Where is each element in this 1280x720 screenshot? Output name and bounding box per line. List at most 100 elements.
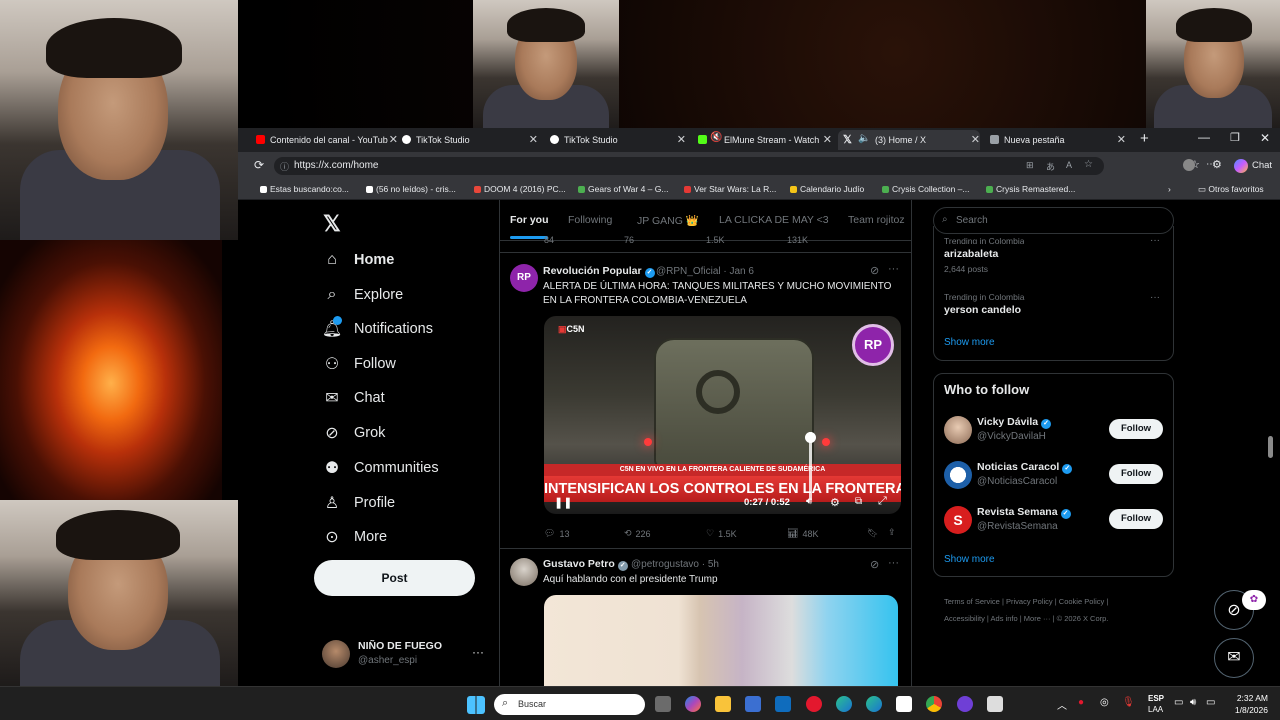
close-tab-icon[interactable]: ✕ <box>389 133 398 146</box>
footer-link[interactable]: More ··· <box>1024 614 1051 623</box>
repost-button[interactable]: ⟲ 226 <box>624 528 651 539</box>
bookmark-item[interactable]: Gears of War 4 – G... <box>578 184 668 194</box>
copilot-icon[interactable] <box>685 696 701 712</box>
close-tab-icon[interactable]: ✕ <box>823 133 832 146</box>
tab-list[interactable]: LA CLICKA DE MAY <3 <box>719 214 829 226</box>
twitch-icon[interactable] <box>957 696 973 712</box>
browser-tab[interactable]: Nueva pestaña ✕ <box>986 130 1126 150</box>
nav-follow[interactable]: ⚇ Follow <box>323 355 396 373</box>
tab-list[interactable]: Team rojitoz <box>848 214 911 226</box>
tabs-icon[interactable]: ⊞ <box>1026 160 1034 171</box>
browser-tab[interactable]: Contenido del canal - YouTub ✕ <box>252 130 398 150</box>
nav-home[interactable]: ⌂ Home <box>323 251 394 269</box>
grok-explain-icon[interactable]: ⊘ <box>870 558 879 571</box>
messages-float-button[interactable]: ✉ <box>1214 638 1254 678</box>
chevron-right-icon[interactable]: › <box>1168 184 1171 194</box>
other-bookmarks-folder[interactable]: ▭ Otros favoritos <box>1198 184 1264 195</box>
language-indicator[interactable]: ESP <box>1148 694 1164 703</box>
url-field[interactable]: ⓘ https://x.com/home ⊞ あ A ☆ <box>274 157 1104 175</box>
picture-in-picture-icon[interactable]: ⧉ <box>855 496 862 507</box>
footer-link[interactable]: Cookie Policy <box>1059 597 1104 606</box>
close-tab-icon[interactable]: ✕ <box>1117 133 1126 146</box>
close-tab-icon[interactable]: ✕ <box>677 133 686 146</box>
settings-gear-icon[interactable]: ⚙ <box>830 496 840 509</box>
x-logo-icon[interactable]: 𝕏 <box>323 211 341 237</box>
page-scrollbar[interactable] <box>1268 436 1273 458</box>
edge-icon[interactable] <box>866 696 882 712</box>
reply-button[interactable]: 💬︎ 13 <box>544 528 569 539</box>
post-avatar[interactable]: RP <box>510 264 538 292</box>
close-tab-icon[interactable]: ✕ <box>971 133 980 146</box>
browser-tab[interactable]: 🔇 ElMune Stream - Watch ✕ <box>694 130 832 150</box>
nav-communities[interactable]: ⚉ Communities <box>323 459 439 477</box>
bookmark-item[interactable]: Estas buscando:co... <box>260 184 349 194</box>
chat-button[interactable]: Chat <box>1252 160 1272 171</box>
tab-following[interactable]: Following <box>568 214 612 226</box>
microphone-icon[interactable]: 🎙︎ <box>1122 697 1135 708</box>
pause-icon[interactable]: ❚❚ <box>554 496 572 509</box>
share-button[interactable]: ⇪ <box>888 527 896 538</box>
maximize-window-button[interactable]: ❐ <box>1230 131 1240 144</box>
fullscreen-icon[interactable]: ⤢ <box>878 495 887 508</box>
tray-app-icon[interactable]: ◎ <box>1100 697 1109 708</box>
bookmark-item[interactable]: Ver Star Wars: La R... <box>684 184 776 194</box>
nav-more[interactable]: ⊙ More <box>323 528 387 546</box>
bookmark-button[interactable]: 🔖︎ <box>867 528 878 539</box>
opera-icon[interactable] <box>806 696 822 712</box>
tab-list[interactable]: JP GANG 👑 <box>637 214 699 227</box>
grok-explain-icon[interactable]: ⊘ <box>870 264 879 277</box>
footer-link[interactable]: Ads info <box>991 614 1018 623</box>
volume-icon[interactable]: 🔊︎ <box>1190 697 1196 708</box>
account-menu-icon[interactable]: ··· <box>472 645 484 659</box>
reload-icon[interactable]: ⟳ <box>254 158 264 172</box>
footer-link[interactable]: Accessibility <box>944 614 985 623</box>
follow-button[interactable]: Follow <box>1109 419 1163 439</box>
site-info-icon[interactable]: ⓘ <box>280 160 289 173</box>
monitor-icon[interactable]: ▭ <box>1174 697 1183 708</box>
browser-tab[interactable]: TikTok Studio ✕ <box>546 130 686 150</box>
file-explorer-icon[interactable] <box>715 696 731 712</box>
task-view-icon[interactable] <box>655 696 671 712</box>
store-icon[interactable] <box>745 696 761 712</box>
suggestion-name[interactable]: Revista Semana ✓ <box>977 506 1071 519</box>
read-aloud-icon[interactable]: A <box>1066 160 1072 170</box>
edge-icon[interactable] <box>836 696 852 712</box>
trends-show-more-link[interactable]: Show more <box>944 337 995 348</box>
tray-app-icon[interactable]: ● <box>1078 697 1084 708</box>
profile-avatar[interactable] <box>1183 159 1195 171</box>
suggestion-name[interactable]: Vicky Dávila ✓ <box>977 416 1052 429</box>
repost-count[interactable]: 76 <box>624 236 634 244</box>
tab-for-you[interactable]: For you <box>510 214 549 226</box>
like-count[interactable]: 1.5K <box>706 236 725 244</box>
reply-count[interactable]: 84 <box>544 236 554 244</box>
post-video[interactable]: ▣C5N RP C5N EN VIVO EN LA FRONTERA CALIE… <box>544 316 901 514</box>
post-more-icon[interactable]: ··· <box>888 263 899 275</box>
outlook-icon[interactable] <box>775 696 791 712</box>
who-to-follow-show-more-link[interactable]: Show more <box>944 554 995 565</box>
trend-more-icon[interactable]: ··· <box>1150 292 1160 303</box>
account-name[interactable]: NIÑO DE FUEGO <box>358 640 442 652</box>
clock-date[interactable]: 1/8/2026 <box>1226 705 1268 715</box>
nav-chat[interactable]: ✉ Chat <box>323 389 384 407</box>
browser-tab[interactable]: TikTok Studio ✕ <box>398 130 538 150</box>
trend-name[interactable]: yerson candelo <box>944 304 1021 316</box>
views-button[interactable]: 📊︎ 48K <box>787 528 818 539</box>
trend-more-icon[interactable]: ··· <box>1150 235 1160 246</box>
follow-button[interactable]: Follow <box>1109 464 1163 484</box>
bookmark-item[interactable]: Crysis Remastered... <box>986 184 1075 194</box>
browser-tab-active[interactable]: 𝕏 🔈 (3) Home / X ✕ <box>838 130 980 150</box>
volume-icon[interactable]: 🔊︎ <box>806 496 812 507</box>
trend-name[interactable]: arizabaleta <box>944 248 998 260</box>
post-image[interactable] <box>544 595 898 686</box>
bookmark-star-icon[interactable]: ☆ <box>1084 159 1093 170</box>
post-button[interactable]: Post <box>314 560 475 596</box>
suggestion-avatar[interactable] <box>944 461 972 489</box>
translate-icon[interactable]: あ <box>1046 160 1055 173</box>
post-avatar[interactable] <box>510 558 538 586</box>
chrome-icon[interactable] <box>926 696 942 712</box>
view-count[interactable]: 131K <box>787 236 808 244</box>
taskbar-search-input[interactable]: ⌕ Buscar <box>494 694 645 715</box>
nav-profile[interactable]: ♙ Profile <box>323 494 395 512</box>
nav-grok[interactable]: ⊘ Grok <box>323 424 385 442</box>
bookmark-item[interactable]: Calendario Judío <box>790 184 864 194</box>
